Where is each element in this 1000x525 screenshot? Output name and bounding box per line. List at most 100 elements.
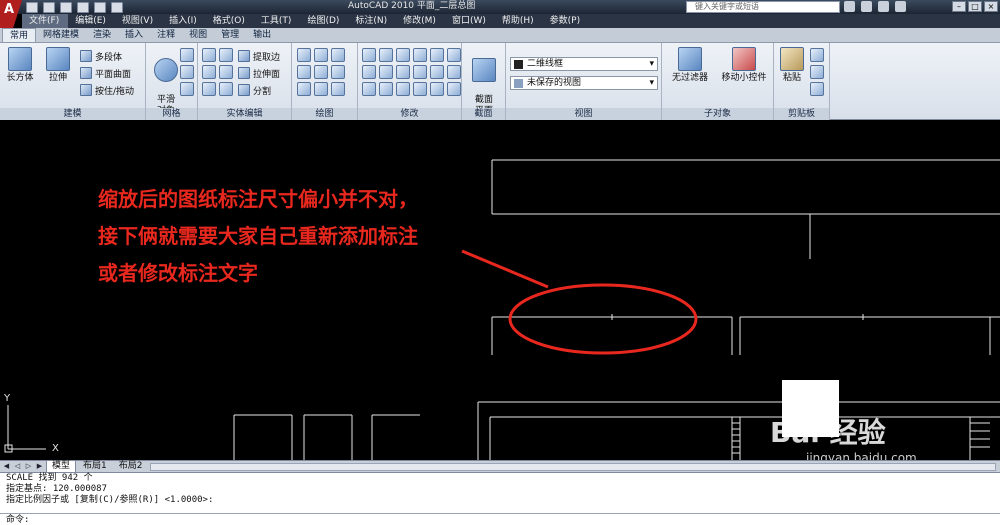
minimize-button[interactable]: – — [952, 1, 966, 12]
cut-icon[interactable] — [810, 48, 824, 62]
menu-format[interactable]: 格式(O) — [206, 14, 254, 28]
no-filter-button[interactable]: 无过滤器 — [668, 47, 712, 84]
panel-title-view[interactable]: 视图 — [506, 108, 661, 120]
help-icon[interactable] — [895, 1, 906, 12]
menu-parametric[interactable]: 参数(P) — [543, 14, 589, 28]
crease-icon[interactable] — [180, 65, 194, 79]
3d-mirror-icon[interactable] — [413, 82, 427, 96]
menu-window[interactable]: 窗口(W) — [445, 14, 495, 28]
menu-file[interactable]: 文件(F) — [22, 14, 69, 28]
extrude-button[interactable]: 拉伸 — [40, 47, 76, 84]
hatch-icon[interactable] — [331, 82, 345, 96]
fillet-icon[interactable] — [362, 65, 376, 79]
tab-mesh-modeling[interactable]: 网格建模 — [36, 28, 86, 42]
shell-icon[interactable] — [219, 82, 233, 96]
refine-mesh-icon[interactable] — [180, 48, 194, 62]
explode-icon[interactable] — [379, 65, 393, 79]
union-icon[interactable] — [202, 48, 216, 62]
last-layout-icon[interactable]: ▶ — [35, 462, 44, 471]
menu-tools[interactable]: 工具(T) — [254, 14, 301, 28]
next-layout-icon[interactable]: ▷ — [24, 462, 33, 471]
copy-icon[interactable] — [430, 48, 444, 62]
tab-render[interactable]: 渲染 — [86, 28, 118, 42]
trim-icon[interactable] — [396, 48, 410, 62]
separate-button[interactable]: 分割 — [238, 82, 271, 98]
search-icon[interactable] — [844, 1, 855, 12]
undo-icon[interactable] — [77, 1, 89, 13]
menu-dimension[interactable]: 标注(N) — [348, 14, 396, 28]
move-gizmo-button[interactable]: 移动小控件 — [716, 47, 772, 84]
smooth-more-icon[interactable] — [180, 82, 194, 96]
close-button[interactable]: × — [984, 1, 998, 12]
panel-title-solid-edit[interactable]: 实体编辑 — [198, 108, 291, 120]
array-icon[interactable] — [430, 65, 444, 79]
menu-edit[interactable]: 编辑(E) — [68, 14, 115, 28]
panel-title-mesh[interactable]: 网格 — [146, 108, 197, 120]
menu-help[interactable]: 帮助(H) — [495, 14, 543, 28]
polyline-icon[interactable] — [314, 48, 328, 62]
maximize-button[interactable]: □ — [968, 1, 982, 12]
match-properties-icon[interactable] — [430, 82, 444, 96]
polygon-icon[interactable] — [297, 82, 311, 96]
save-icon[interactable] — [60, 1, 72, 13]
rectangle-icon[interactable] — [331, 65, 345, 79]
first-layout-icon[interactable]: ◀ — [2, 462, 11, 471]
panel-title-draw[interactable]: 绘图 — [292, 108, 357, 120]
panel-title-modeling[interactable]: 建模 — [0, 108, 145, 120]
tab-insert[interactable]: 插入 — [118, 28, 150, 42]
new-file-icon[interactable] — [26, 1, 38, 13]
open-file-icon[interactable] — [43, 1, 55, 13]
arc-icon[interactable] — [297, 65, 311, 79]
tab-home[interactable]: 常用 — [2, 28, 37, 42]
imprint-icon[interactable] — [219, 65, 233, 79]
offset-icon[interactable] — [447, 65, 461, 79]
application-menu-button[interactable]: A — [0, 0, 22, 28]
rotate-icon[interactable] — [379, 48, 393, 62]
move-icon[interactable] — [362, 48, 376, 62]
copy-clip-icon[interactable] — [810, 65, 824, 79]
line-icon[interactable] — [297, 48, 311, 62]
mirror-icon[interactable] — [447, 48, 461, 62]
search-input[interactable]: 键入关键字或短语 — [686, 1, 840, 13]
tab-layout1[interactable]: 布局1 — [78, 461, 112, 472]
planar-surface-button[interactable]: 平面曲面 — [80, 65, 131, 81]
prev-layout-icon[interactable]: ◁ — [13, 462, 22, 471]
extrude-faces-button[interactable]: 拉伸面 — [238, 65, 280, 81]
ellipse-icon[interactable] — [314, 82, 328, 96]
presspull-button[interactable]: 按住/拖动 — [80, 82, 134, 98]
tab-output[interactable]: 输出 — [246, 28, 278, 42]
erase-icon[interactable] — [413, 48, 427, 62]
tab-model[interactable]: 模型 — [46, 460, 77, 473]
tab-layout2[interactable]: 布局2 — [114, 461, 148, 472]
3d-align-icon[interactable] — [362, 82, 376, 96]
stretch-icon[interactable] — [396, 65, 410, 79]
favorites-star-icon[interactable] — [878, 1, 889, 12]
panel-title-clipboard[interactable]: 剪贴板 — [774, 108, 829, 120]
3d-array-icon[interactable] — [447, 82, 461, 96]
panel-title-section[interactable]: 截面 — [462, 108, 505, 120]
spline-icon[interactable] — [314, 65, 328, 79]
menu-view[interactable]: 视图(V) — [115, 14, 162, 28]
extract-edges-button[interactable]: 提取边 — [238, 48, 280, 64]
redo-icon[interactable] — [94, 1, 106, 13]
menu-insert[interactable]: 插入(I) — [162, 14, 206, 28]
panel-title-modify[interactable]: 修改 — [358, 108, 461, 120]
copy-link-icon[interactable] — [810, 82, 824, 96]
panel-title-subobject[interactable]: 子对象 — [662, 108, 773, 120]
box-button[interactable]: 长方体 — [2, 47, 38, 84]
communication-center-icon[interactable] — [861, 1, 872, 12]
slice-icon[interactable] — [219, 48, 233, 62]
horizontal-scrollbar[interactable] — [150, 463, 996, 471]
plot-icon[interactable] — [111, 1, 123, 13]
menu-modify[interactable]: 修改(M) — [396, 14, 445, 28]
saved-view-dropdown[interactable]: 未保存的视图 — [510, 76, 658, 90]
polysolid-button[interactable]: 多段体 — [80, 48, 122, 64]
3d-move-icon[interactable] — [379, 82, 393, 96]
tab-annotate[interactable]: 注释 — [150, 28, 182, 42]
scale-icon[interactable] — [413, 65, 427, 79]
command-input[interactable]: 命令: — [0, 513, 1000, 525]
tab-manage[interactable]: 管理 — [214, 28, 246, 42]
intersect-icon[interactable] — [202, 82, 216, 96]
drawing-area[interactable]: 缩放后的图纸标注尺寸偏小并不对， 接下俩就需要大家自己重新添加标注 或者修改标注… — [0, 121, 1000, 460]
paste-button[interactable]: 粘贴 — [776, 47, 808, 84]
